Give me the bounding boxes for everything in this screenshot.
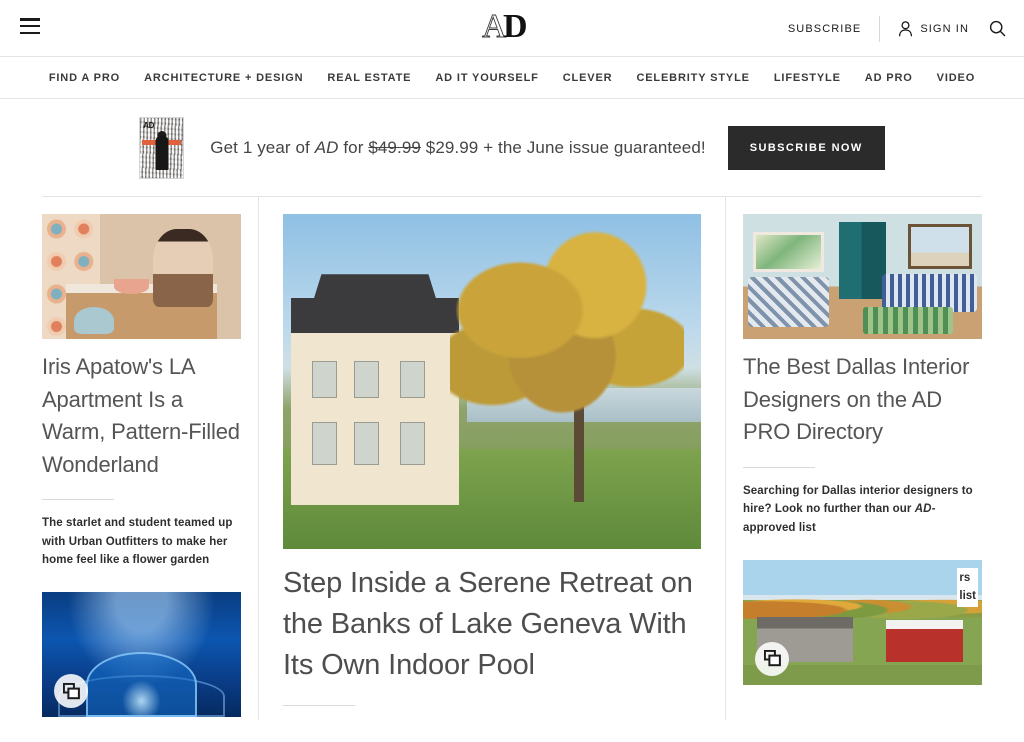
gallery-stack-icon[interactable] — [755, 641, 789, 676]
nav-item-video[interactable]: VIDEO — [925, 72, 975, 84]
nav-item-architecture-design[interactable]: ARCHITECTURE + DESIGN — [132, 72, 315, 84]
nav-item-real-estate[interactable]: REAL ESTATE — [315, 72, 423, 84]
article-card-underwater-room[interactable] — [42, 592, 241, 718]
subscription-promo-banner: AD Get 1 year of AD for $49.99 $29.99 + … — [42, 99, 982, 197]
sign-in-button[interactable]: SIGN IN — [880, 20, 989, 37]
dek-brand: AD- — [914, 503, 936, 516]
gallery-stack-icon[interactable] — [54, 674, 88, 709]
article-card-dallas-designers[interactable]: The Best Dallas Interior Designers on th… — [743, 214, 982, 538]
svg-text:D: D — [503, 8, 528, 44]
left-column: Iris Apatow's LA Apartment Is a Warm, Pa… — [42, 197, 258, 720]
promo-new-price: $29.99 — [425, 137, 479, 157]
magazine-cover-title: AD — [143, 120, 154, 130]
promo-text-for: for — [338, 137, 369, 157]
article-card-lake-geneva[interactable]: Step Inside a Serene Retreat on the Bank… — [283, 214, 701, 706]
center-column: Step Inside a Serene Retreat on the Bank… — [258, 197, 726, 720]
promo-old-price: $49.99 — [368, 137, 421, 157]
article-thumbnail-country-estate[interactable]: rs list — [743, 559, 982, 685]
article-thumbnail-kitchen[interactable] — [42, 214, 241, 339]
article-thumbnail-lake-geneva[interactable] — [283, 214, 701, 549]
dek-text-part2: approved list — [743, 521, 816, 534]
nav-item-ad-pro[interactable]: AD PRO — [853, 72, 925, 84]
subscribe-now-button[interactable]: SUBSCRIBE NOW — [727, 125, 885, 170]
promo-message: Get 1 year of AD for $49.99 $29.99 + the… — [184, 138, 727, 158]
promo-brand: AD — [314, 137, 339, 157]
article-dek: Searching for Dallas interior designers … — [743, 482, 982, 538]
headline-rule — [283, 704, 355, 706]
primary-navigation: FIND A PRO ARCHITECTURE + DESIGN REAL ES… — [0, 57, 1024, 99]
dek-text-part1: Searching for Dallas interior designers … — [743, 484, 973, 516]
right-column: The Best Dallas Interior Designers on th… — [726, 197, 982, 720]
headline-rule — [743, 466, 815, 468]
site-header: A D SUBSCRIBE SIGN IN — [0, 0, 1024, 57]
article-grid: Iris Apatow's LA Apartment Is a Warm, Pa… — [0, 197, 1024, 720]
hero-article-headline[interactable]: Step Inside a Serene Retreat on the Bank… — [283, 563, 701, 687]
promo-text-before: Get 1 year of — [210, 137, 315, 157]
article-thumbnail-living-room[interactable] — [743, 214, 982, 339]
header-subscribe-link[interactable]: SUBSCRIBE — [788, 23, 879, 35]
headline-rule — [42, 499, 114, 501]
nav-item-clever[interactable]: CLEVER — [551, 72, 625, 84]
sign-in-label: SIGN IN — [920, 22, 969, 35]
header-actions: SUBSCRIBE SIGN IN — [788, 0, 1006, 57]
person-icon — [899, 20, 913, 36]
promo-banner-wrapper: AD Get 1 year of AD for $49.99 $29.99 + … — [0, 99, 1024, 197]
nav-item-find-a-pro[interactable]: FIND A PRO — [49, 72, 132, 84]
search-icon[interactable] — [989, 20, 1006, 37]
article-headline[interactable]: Iris Apatow's LA Apartment Is a Warm, Pa… — [42, 351, 241, 481]
promo-text-after: + the June issue guaranteed! — [478, 137, 706, 157]
article-dek: The starlet and student teamed up with U… — [42, 517, 233, 567]
article-card-iris-apatow[interactable]: Iris Apatow's LA Apartment Is a Warm, Pa… — [42, 214, 241, 570]
article-card-country-estate[interactable]: rs list — [743, 559, 982, 685]
nav-item-celebrity-style[interactable]: CELEBRITY STYLE — [624, 72, 761, 84]
nav-item-lifestyle[interactable]: LIFESTYLE — [762, 72, 853, 84]
magazine-cover-thumbnail: AD — [139, 116, 185, 179]
article-thumbnail-underwater[interactable] — [42, 592, 241, 718]
article-headline[interactable]: The Best Dallas Interior Designers on th… — [743, 351, 982, 449]
nav-item-ad-it-yourself[interactable]: AD IT YOURSELF — [423, 72, 550, 84]
